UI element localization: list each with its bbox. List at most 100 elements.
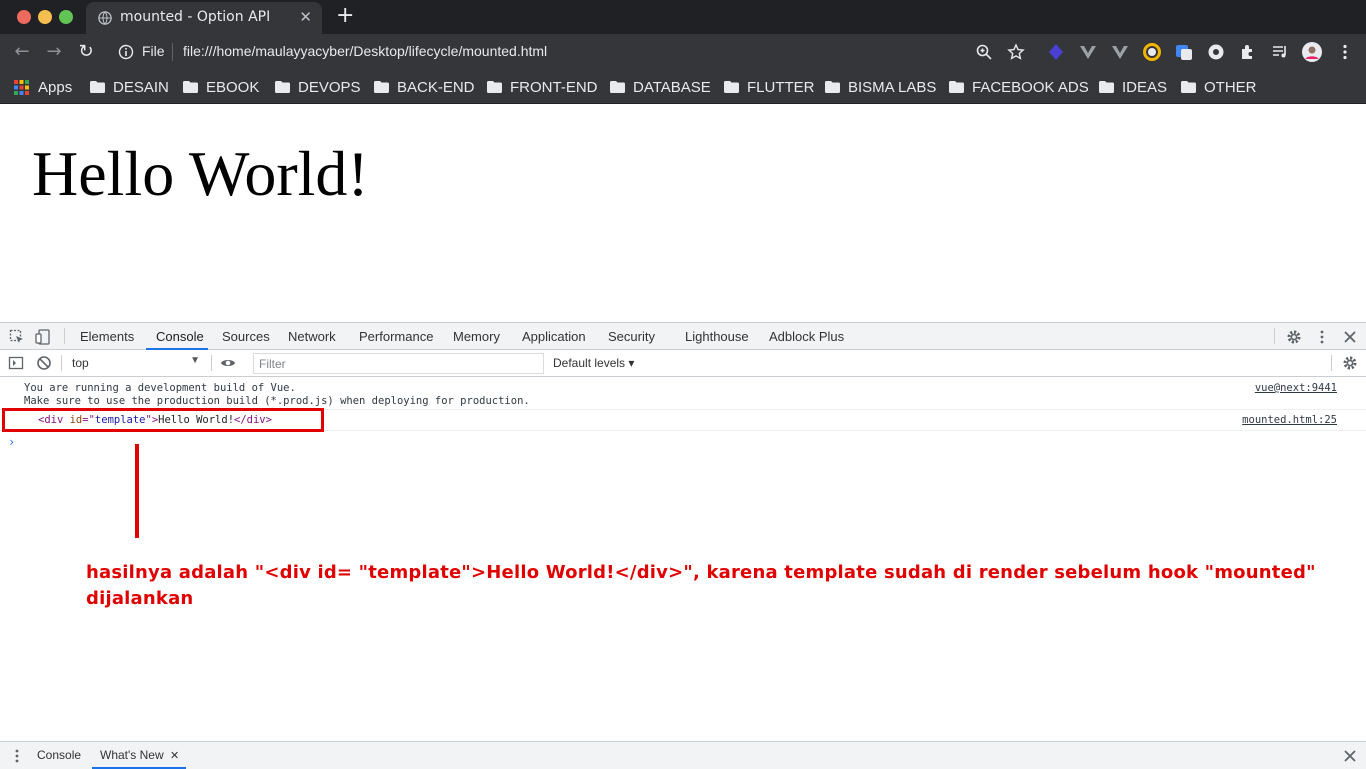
close-devtools-icon[interactable]	[1342, 329, 1358, 345]
bookmark-label: OTHER	[1204, 78, 1257, 96]
bookmark-label: DEVOPS	[298, 78, 361, 96]
console-filter-input[interactable]	[253, 353, 544, 374]
color-picker-icon[interactable]	[1143, 43, 1161, 61]
tab-performance[interactable]: Performance	[359, 329, 433, 344]
bookmark-label: EBOOK	[206, 78, 260, 96]
bookmark-label: DATABASE	[633, 78, 711, 96]
console-prompt[interactable]: ›	[8, 435, 15, 449]
folder-icon	[1099, 81, 1114, 93]
window-maximize-button[interactable]	[59, 10, 73, 24]
bookmark-apps[interactable]: Apps	[14, 77, 72, 97]
drawer-tab-close-icon[interactable]: ✕	[170, 749, 179, 762]
live-expression-eye-icon[interactable]	[220, 355, 236, 371]
bookmark-label: BACK-END	[397, 78, 475, 96]
bookmark-folder-devops[interactable]: DEVOPS	[275, 77, 361, 97]
tab-sources[interactable]: Sources	[222, 329, 270, 344]
tab-network[interactable]: Network	[288, 329, 336, 344]
window-close-button[interactable]	[17, 10, 31, 24]
bookmark-folder-front-end[interactable]: FRONT-END	[487, 77, 598, 97]
settings-gear-icon[interactable]	[1286, 329, 1302, 345]
bookmark-label: Apps	[38, 78, 73, 96]
annotation-highlight-box	[2, 408, 324, 432]
bookmark-folder-flutter[interactable]: FLUTTER	[724, 77, 815, 97]
console-settings-gear-icon[interactable]	[1342, 355, 1358, 371]
menu-kebab-icon[interactable]	[1336, 43, 1354, 61]
new-tab-button[interactable]: +	[336, 4, 354, 28]
folder-icon	[1181, 81, 1196, 93]
log-levels-dropdown[interactable]: Default levels ▾	[553, 356, 634, 370]
close-drawer-icon[interactable]	[1342, 748, 1358, 764]
back-arrow-icon[interactable]: ←	[11, 41, 33, 63]
devtools-panel: Elements Console Sources Network Perform…	[0, 322, 1366, 769]
vue-extension-icon[interactable]	[1111, 43, 1129, 61]
bookmark-folder-back-end[interactable]: BACK-END	[374, 77, 475, 97]
inspect-element-icon[interactable]	[9, 329, 25, 345]
folder-icon	[183, 81, 198, 93]
bookmarks-bar: Apps DESAIN EBOOK DEVOPS BACK-END FRONT-…	[0, 70, 1366, 104]
bookmark-folder-ideas[interactable]: IDEAS	[1099, 77, 1167, 97]
tab-adblock-plus[interactable]: Adblock Plus	[769, 329, 844, 344]
folder-icon	[724, 81, 739, 93]
console-message-text: Make sure to use the production build (*…	[24, 395, 530, 407]
reload-icon[interactable]: ↻	[75, 41, 97, 63]
folder-icon	[487, 81, 502, 93]
tab-application[interactable]: Application	[522, 329, 586, 344]
globe-icon	[98, 11, 112, 25]
dropdown-arrow-icon: ▼	[190, 355, 200, 366]
clear-console-icon[interactable]	[36, 355, 52, 371]
tab-memory[interactable]: Memory	[453, 329, 500, 344]
context-selector[interactable]: top ▼	[66, 354, 204, 373]
media-control-icon[interactable]	[1271, 43, 1289, 61]
browser-toolbar: ← → ↻ File file:///home/maulayyacyber/De…	[0, 34, 1366, 70]
url-scheme-label: File	[142, 43, 165, 59]
url-divider	[172, 43, 173, 61]
bookmark-folder-ebook[interactable]: EBOOK	[183, 77, 259, 97]
browser-tab[interactable]: mounted - Option API ✕	[86, 2, 322, 34]
bookmark-label: BISMA LABS	[848, 78, 937, 96]
page-heading: Hello World!	[32, 138, 369, 209]
console-toolbar: top ▼ Default levels ▾	[0, 350, 1366, 377]
bookmark-folder-facebook-ads[interactable]: FACEBOOK ADS	[949, 77, 1089, 97]
extension-diamond-icon[interactable]	[1047, 43, 1065, 61]
bookmark-star-icon[interactable]	[1007, 43, 1025, 61]
sidebar-toggle-icon[interactable]	[8, 355, 24, 371]
tab-security[interactable]: Security	[608, 329, 655, 344]
tab-close-icon[interactable]: ✕	[299, 8, 312, 26]
extension-circle-icon[interactable]	[1207, 43, 1225, 61]
tab-console[interactable]: Console	[156, 329, 204, 344]
bookmark-folder-desain[interactable]: DESAIN	[90, 77, 169, 97]
folder-icon	[949, 81, 964, 93]
folder-icon	[610, 81, 625, 93]
bookmark-label: FLUTTER	[747, 78, 815, 96]
site-info-icon[interactable]	[118, 44, 134, 60]
bookmark-label: FACEBOOK ADS	[972, 78, 1089, 96]
bookmark-label: DESAIN	[113, 78, 169, 96]
tab-elements[interactable]: Elements	[80, 329, 134, 344]
zoom-icon[interactable]	[975, 43, 993, 61]
bookmark-folder-bisma-labs[interactable]: BISMA LABS	[825, 77, 936, 97]
drawer-tab-whats-new[interactable]: What's New	[100, 748, 164, 762]
tab-lighthouse[interactable]: Lighthouse	[685, 329, 749, 344]
address-bar[interactable]: file:///home/maulayyacyber/Desktop/lifec…	[183, 43, 547, 59]
extensions-puzzle-icon[interactable]	[1239, 43, 1257, 61]
folder-icon	[90, 81, 105, 93]
console-output: You are running a development build of V…	[0, 377, 1366, 741]
vue-devtools-icon[interactable]	[1079, 43, 1097, 61]
bookmark-folder-database[interactable]: DATABASE	[610, 77, 711, 97]
forward-arrow-icon[interactable]: →	[43, 41, 65, 63]
bookmark-folder-other[interactable]: OTHER	[1181, 77, 1257, 97]
translate-icon[interactable]	[1175, 43, 1193, 61]
window-minimize-button[interactable]	[38, 10, 52, 24]
annotation-pointer-line	[135, 444, 139, 538]
context-value: top	[72, 356, 89, 370]
drawer-tab-console[interactable]: Console	[37, 748, 81, 762]
more-options-icon[interactable]	[1314, 329, 1330, 345]
console-source-link[interactable]: mounted.html:25	[1242, 414, 1337, 426]
toolbar-divider	[211, 355, 212, 371]
profile-avatar-icon[interactable]	[1302, 42, 1322, 62]
folder-icon	[275, 81, 290, 93]
console-source-link[interactable]: vue@next:9441	[1255, 382, 1337, 394]
device-toolbar-icon[interactable]	[35, 329, 51, 345]
drawer-menu-icon[interactable]	[9, 748, 25, 764]
tab-divider	[64, 328, 65, 344]
